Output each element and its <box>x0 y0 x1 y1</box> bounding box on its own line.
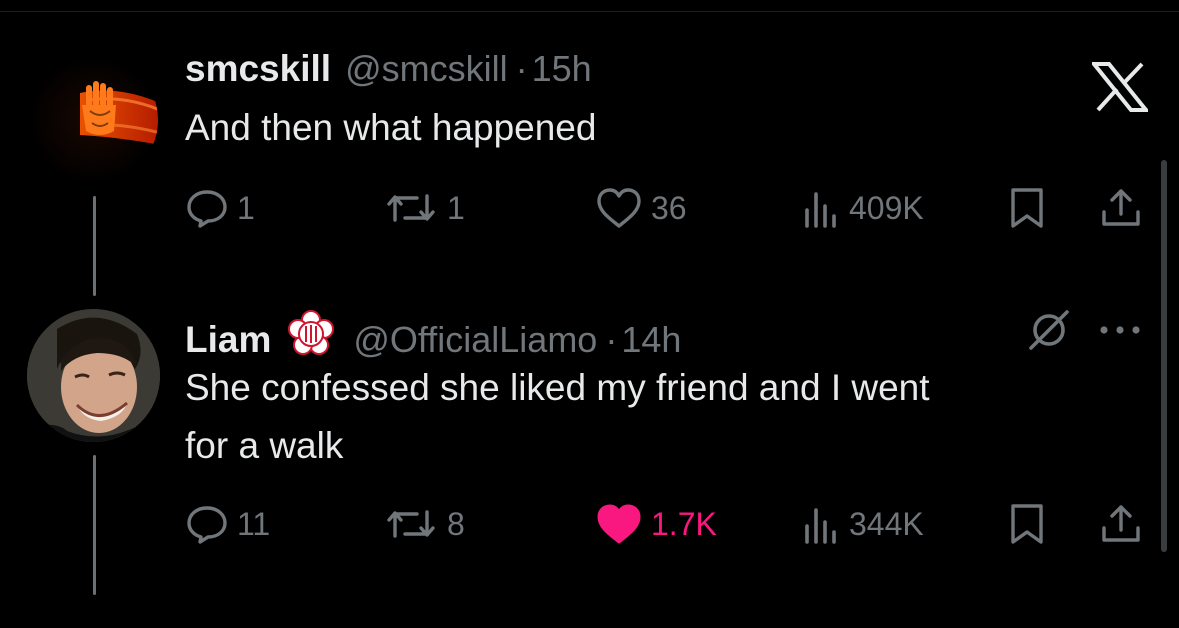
avatar[interactable] <box>28 55 158 185</box>
views-count: 344K <box>849 505 924 542</box>
views-icon <box>801 188 841 228</box>
grok-icon[interactable] <box>1025 306 1073 359</box>
separator-dot: · <box>515 48 528 89</box>
separator-dot: · <box>605 319 618 360</box>
more-icon[interactable] <box>1097 308 1143 357</box>
tweet-header: Liam @OfficialLiamo · 14h <box>185 304 681 360</box>
bookmark-icon <box>1007 186 1047 230</box>
like-count: 1.7K <box>651 505 717 542</box>
repost-icon <box>383 186 439 230</box>
reply-count: 11 <box>237 505 271 542</box>
bookmark-button[interactable] <box>1007 184 1047 232</box>
tweet-text: She confessed she liked my friend and I … <box>185 359 1125 475</box>
views-button[interactable]: 344K <box>801 500 924 548</box>
reply-button[interactable]: 11 <box>185 500 270 548</box>
bookmark-icon <box>1007 502 1047 546</box>
share-icon <box>1099 186 1143 230</box>
reply-icon <box>185 502 229 546</box>
tweet-text-line: She confessed she liked my friend and I … <box>185 367 930 408</box>
username[interactable]: @OfficialLiamo <box>353 319 597 361</box>
reply-count: 1 <box>237 189 255 226</box>
share-button[interactable] <box>1099 500 1143 548</box>
scrollbar[interactable] <box>1161 160 1167 552</box>
reply-button[interactable]: 1 <box>185 184 255 232</box>
like-icon <box>595 186 643 230</box>
share-button[interactable] <box>1099 184 1143 232</box>
repost-icon <box>383 502 439 546</box>
action-bar: 11 8 1.7K 344K <box>185 500 1145 548</box>
tweet-text: And then what happened <box>185 107 597 148</box>
timestamp[interactable]: 14h <box>621 319 681 361</box>
like-icon <box>595 502 643 546</box>
views-count: 409K <box>849 189 924 226</box>
action-bar: 1 1 36 409K <box>185 184 1145 232</box>
share-icon <box>1099 502 1143 546</box>
repost-count: 1 <box>447 189 465 226</box>
thread-line-top <box>93 196 96 296</box>
tweet-text-line: for a walk <box>185 425 344 466</box>
repost-count: 8 <box>447 505 465 542</box>
display-name[interactable]: smcskill <box>185 48 331 90</box>
thread-line-bottom <box>93 455 96 595</box>
reply-icon <box>185 186 229 230</box>
top-divider <box>0 0 1179 12</box>
repost-button[interactable]: 1 <box>383 184 465 232</box>
views-icon <box>801 504 841 544</box>
like-button[interactable]: 36 <box>595 184 687 232</box>
tweet-header: smcskill @smcskill · 15h <box>185 48 592 92</box>
bookmark-button[interactable] <box>1007 500 1047 548</box>
avatar[interactable] <box>27 309 160 442</box>
timestamp[interactable]: 15h <box>532 48 592 90</box>
views-button[interactable]: 409K <box>801 184 924 232</box>
username[interactable]: @smcskill <box>345 48 508 90</box>
verified-badge-icon[interactable] <box>287 310 335 358</box>
display-name[interactable]: Liam <box>185 319 271 361</box>
like-button[interactable]: 1.7K <box>595 500 717 548</box>
like-count: 36 <box>651 189 687 226</box>
repost-button[interactable]: 8 <box>383 500 465 548</box>
